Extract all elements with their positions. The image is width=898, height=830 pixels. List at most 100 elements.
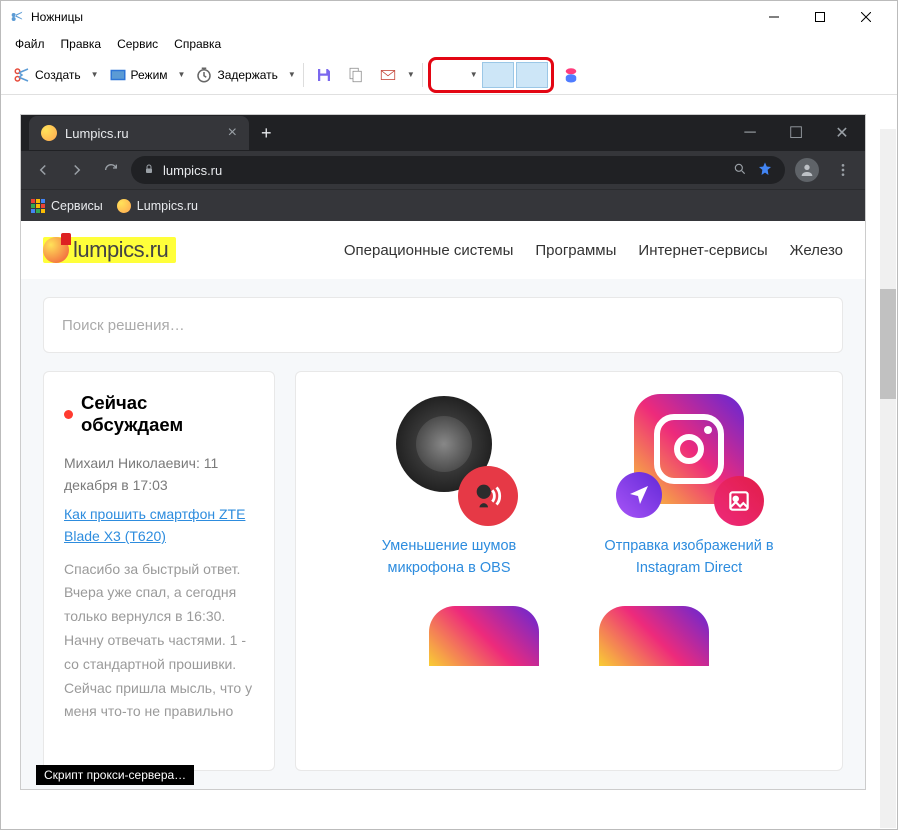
send-badge-icon: [616, 472, 662, 518]
floppy-disk-icon: [315, 66, 333, 84]
menu-bar: Файл Правка Сервис Справка: [1, 33, 897, 55]
menu-tools[interactable]: Сервис: [111, 35, 164, 53]
noise-badge-icon: [458, 466, 518, 526]
article-item[interactable]: Отправка изображений в Instagram Direct: [584, 392, 794, 580]
separator: [422, 63, 423, 87]
snipping-tool-window: Ножницы Файл Правка Сервис Справка Созда…: [0, 0, 898, 830]
discussions-heading: Сейчас обсуждаем: [64, 392, 254, 436]
vertical-scrollbar[interactable]: [880, 129, 896, 828]
window-titlebar: Ножницы: [1, 1, 897, 33]
dropdown-icon[interactable]: ▼: [286, 70, 298, 79]
articles-card: Уменьшение шумов микрофона в OBS Отправк…: [295, 371, 843, 771]
nav-hardware[interactable]: Железо: [790, 242, 843, 259]
browser-address-bar: lumpics.ru: [21, 151, 865, 189]
new-snip-button[interactable]: Создать: [7, 60, 87, 90]
url-text: lumpics.ru: [163, 163, 222, 178]
lock-icon: [143, 163, 155, 178]
nav-services[interactable]: Интернет-сервисы: [638, 242, 767, 259]
nav-programs[interactable]: Программы: [535, 242, 616, 259]
tab-title: Lumpics.ru: [65, 126, 129, 141]
site-nav: Операционные системы Программы Интернет-…: [344, 242, 843, 259]
profile-avatar[interactable]: [795, 158, 819, 182]
browser-tab[interactable]: Lumpics.ru ×: [29, 116, 249, 150]
apps-grid-icon: [31, 199, 45, 213]
comment-meta: Михаил Николаевич: 11 декабря в 17:03: [64, 452, 254, 497]
bookmark-lumpics[interactable]: Lumpics.ru: [117, 199, 198, 213]
image-badge-icon: [714, 476, 764, 526]
article-thumb-instagram: [624, 392, 754, 522]
minimize-button[interactable]: [751, 2, 797, 32]
save-button[interactable]: [309, 60, 339, 90]
window-title: Ножницы: [31, 10, 751, 24]
favicon-icon: [41, 125, 57, 141]
close-button[interactable]: [843, 2, 889, 32]
menu-edit[interactable]: Правка: [55, 35, 108, 53]
clock-icon: [195, 66, 213, 84]
toolbar: Создать ▼ Режим ▼ Задержать ▼ ▼: [1, 55, 897, 95]
star-bookmark-icon[interactable]: [757, 161, 773, 180]
article-thumb-obs: [384, 392, 514, 522]
maximize-button[interactable]: [797, 2, 843, 32]
article-thumb-partial: [429, 606, 539, 666]
reload-button[interactable]: [97, 156, 125, 184]
status-tooltip: Скрипт прокси-сервера…: [36, 765, 194, 785]
scissors-icon: [9, 9, 25, 25]
live-dot-icon: [64, 410, 73, 419]
article-thumb-partial: [599, 606, 709, 666]
logo-orb-icon: [43, 237, 69, 263]
browser-maximize-button[interactable]: ☐: [773, 115, 819, 151]
rectangle-mode-icon: [109, 66, 127, 84]
annotation-tools-highlight: ▼: [428, 57, 554, 93]
article-item[interactable]: Уменьшение шумов микрофона в OBS: [344, 392, 554, 580]
captured-screenshot: Lumpics.ru × + ─ ☐ ✕ lumpics.ru: [21, 115, 865, 789]
browser-window-buttons: ─ ☐ ✕: [727, 115, 865, 151]
eraser-button[interactable]: [516, 62, 548, 88]
back-button[interactable]: [29, 156, 57, 184]
new-tab-button[interactable]: +: [261, 123, 272, 144]
canvas-area: Lumpics.ru × + ─ ☐ ✕ lumpics.ru: [1, 95, 897, 829]
site-header: lumpics.ru Операционные системы Программ…: [21, 221, 865, 279]
search-in-page-icon[interactable]: [733, 162, 747, 179]
content-columns: Сейчас обсуждаем Михаил Николаевич: 11 д…: [43, 371, 843, 771]
separator: [303, 63, 304, 87]
send-button[interactable]: [373, 60, 403, 90]
nav-os[interactable]: Операционные системы: [344, 242, 514, 259]
dropdown-icon[interactable]: ▼: [176, 70, 188, 79]
menu-help[interactable]: Справка: [168, 35, 227, 53]
sidebar-discussions: Сейчас обсуждаем Михаил Николаевич: 11 д…: [43, 371, 275, 771]
bookmark-apps[interactable]: Сервисы: [31, 199, 103, 213]
delay-button[interactable]: Задержать: [189, 60, 283, 90]
envelope-icon: [379, 66, 397, 84]
forward-button[interactable]: [63, 156, 91, 184]
highlighter-button[interactable]: [482, 62, 514, 88]
articles-row-2: [316, 606, 822, 666]
search-input[interactable]: Поиск решения…: [43, 297, 843, 353]
site-content: lumpics.ru Операционные системы Программ…: [21, 221, 865, 789]
dropdown-icon[interactable]: ▼: [468, 70, 480, 79]
comment-link[interactable]: Как прошить смартфон ZTE Blade X3 (T620): [64, 503, 254, 548]
scrollbar-thumb[interactable]: [880, 289, 896, 399]
article-title: Уменьшение шумов микрофона в OBS: [344, 536, 554, 580]
dropdown-icon[interactable]: ▼: [89, 70, 101, 79]
copy-icon: [347, 66, 365, 84]
paint-3d-icon: [562, 66, 580, 84]
menu-file[interactable]: Файл: [9, 35, 51, 53]
browser-close-button[interactable]: ✕: [819, 115, 865, 151]
browser-minimize-button[interactable]: ─: [727, 115, 773, 151]
mode-button[interactable]: Режим: [103, 60, 174, 90]
bookmarks-bar: Сервисы Lumpics.ru: [21, 189, 865, 221]
scissors-icon: [13, 66, 31, 84]
favicon-icon: [117, 199, 131, 213]
pen-button[interactable]: [434, 62, 466, 88]
comment-body: Спасибо за быстрый ответ. Вчера уже спал…: [64, 558, 254, 725]
close-tab-icon[interactable]: ×: [228, 124, 237, 142]
article-title: Отправка изображений в Instagram Direct: [584, 536, 794, 580]
site-body: Поиск решения… Сейчас обсуждаем Михаил Н…: [21, 279, 865, 789]
dropdown-icon[interactable]: ▼: [405, 70, 417, 79]
paint3d-button[interactable]: [556, 60, 586, 90]
address-field[interactable]: lumpics.ru: [131, 156, 785, 184]
browser-menu-button[interactable]: [829, 156, 857, 184]
articles-row: Уменьшение шумов микрофона в OBS Отправк…: [316, 392, 822, 580]
copy-button[interactable]: [341, 60, 371, 90]
site-logo[interactable]: lumpics.ru: [43, 237, 176, 263]
